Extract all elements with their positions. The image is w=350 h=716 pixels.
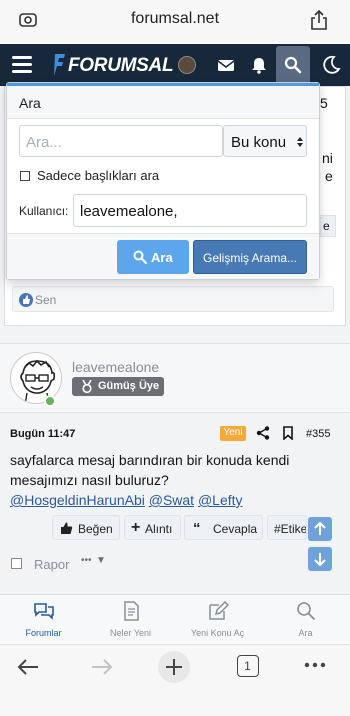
chevron-down-icon[interactable]: ▼: [96, 555, 106, 566]
url-host[interactable]: forumsal.net: [0, 10, 350, 28]
post-username[interactable]: leavemealone: [72, 359, 159, 375]
scroll-up-button[interactable]: [308, 517, 332, 541]
titles-only-checkbox[interactable]: [20, 171, 30, 181]
more-menu[interactable]: •••: [81, 555, 92, 566]
tab-label: Neler Yeni: [109, 628, 152, 638]
mention-link[interactable]: @HosgeldinHarunAbi: [10, 492, 145, 508]
tab-search[interactable]: Ara: [262, 595, 349, 645]
post-number[interactable]: #355: [306, 428, 330, 440]
share-icon[interactable]: [309, 9, 329, 31]
header-search-button[interactable]: [276, 46, 310, 84]
post-message: sayfalarca mesaj barındıran bir konuda k…: [10, 450, 310, 510]
arrow-up-icon: [314, 522, 326, 535]
search-placeholder: Ara...: [26, 134, 62, 151]
tag-button[interactable]: #Etike: [267, 515, 307, 540]
new-tab-button[interactable]: [158, 651, 190, 683]
medal-icon: [82, 380, 92, 393]
tab-count: 1: [244, 659, 251, 673]
browser-toolbar: 1: [0, 644, 350, 716]
report-link[interactable]: Rapor: [34, 557, 69, 572]
tab-forums[interactable]: Forumlar: [0, 595, 87, 645]
post-text: sayfalarca mesaj barındıran bir konuda k…: [10, 452, 290, 488]
site-logo[interactable]: FORUMSAL: [52, 52, 174, 78]
partial-text: ni: [322, 150, 333, 166]
quote-mark-icon: “: [193, 520, 201, 537]
select-post-checkbox[interactable]: [11, 558, 22, 569]
share-icon[interactable]: [256, 426, 270, 440]
reply-button[interactable]: “ Cevapla: [184, 515, 263, 540]
partial-text: e: [325, 168, 333, 184]
document-icon: [124, 601, 139, 621]
bookmark-icon[interactable]: [282, 426, 294, 440]
menu-icon[interactable]: [12, 56, 32, 74]
select-arrows-icon: [297, 137, 303, 147]
user-field-value: leavemealone,: [80, 203, 178, 220]
user-field-label: Kullanıcı:: [19, 204, 69, 218]
moon-icon[interactable]: [320, 54, 342, 76]
post-footer: Rapor ••• ▼: [0, 549, 350, 581]
envelope-icon[interactable]: [216, 55, 236, 75]
forum-tab-bar: Forumlar Neler Yeni Yeni Konu Aç Ara: [0, 594, 350, 644]
more-options-icon[interactable]: [304, 661, 326, 669]
search-icon: [284, 56, 302, 74]
mention-link[interactable]: @Lefty: [198, 492, 243, 508]
partial-post-number: 5: [320, 95, 328, 111]
search-icon: [133, 250, 147, 264]
badge-label: Gümüş Üye: [98, 380, 160, 392]
plus-icon: +: [131, 519, 141, 536]
reactions-bar[interactable]: Sen: [12, 286, 334, 312]
like-button[interactable]: Beğen: [52, 515, 120, 540]
search-dropdown: Ara Ara... Bu konu Sadece başlıkları ara…: [6, 82, 320, 280]
tab-new-thread[interactable]: Yeni Konu Aç: [174, 595, 261, 645]
edit-icon: [209, 601, 229, 620]
tab-whats-new[interactable]: Neler Yeni: [87, 595, 174, 645]
search-icon: [297, 602, 315, 620]
search-dropdown-footer: Ara Gelişmiş Arama...: [7, 233, 319, 279]
plus-icon: [166, 659, 182, 675]
post-date[interactable]: Bugün 11:47: [10, 428, 75, 440]
partial-button: e: [320, 215, 336, 237]
quote-button[interactable]: + Alıntı: [124, 515, 181, 540]
chat-bubbles-icon: [34, 603, 54, 620]
titles-only-label[interactable]: Sadece başlıkları ara: [37, 168, 159, 183]
forward-arrow-icon[interactable]: [90, 657, 114, 677]
thumbs-up-icon: [61, 522, 73, 534]
like-icon: [19, 293, 33, 307]
back-arrow-icon[interactable]: [16, 657, 40, 677]
tab-label: Ara: [298, 628, 313, 638]
header-avatar[interactable]: [178, 56, 196, 74]
browser-url-bar[interactable]: forumsal.net: [0, 0, 350, 42]
search-dropdown-title: Ara: [19, 95, 41, 111]
mention-link[interactable]: @Swat: [149, 492, 194, 508]
tab-label: Forumlar: [25, 628, 62, 638]
advanced-search-button[interactable]: Gelişmiş Arama...: [193, 240, 307, 274]
tab-label: Yeni Konu Aç: [190, 628, 245, 638]
search-submit-button[interactable]: Ara: [117, 240, 189, 274]
reaction-users[interactable]: Sen: [35, 293, 56, 307]
new-badge: Yeni: [220, 426, 246, 441]
online-status-indicator: [44, 395, 56, 407]
user-rank-badge: Gümüş Üye: [72, 377, 164, 396]
user-field[interactable]: leavemealone,: [73, 194, 307, 227]
search-scope-select[interactable]: Bu konu: [223, 125, 307, 157]
search-dropdown-header: Ara: [7, 86, 319, 119]
search-input[interactable]: Ara...: [19, 125, 223, 157]
search-scope-value: Bu konu: [231, 134, 287, 151]
logo-text: FORUMSAL: [68, 55, 174, 76]
tabs-button[interactable]: 1: [237, 655, 259, 677]
bell-icon[interactable]: [249, 55, 269, 75]
